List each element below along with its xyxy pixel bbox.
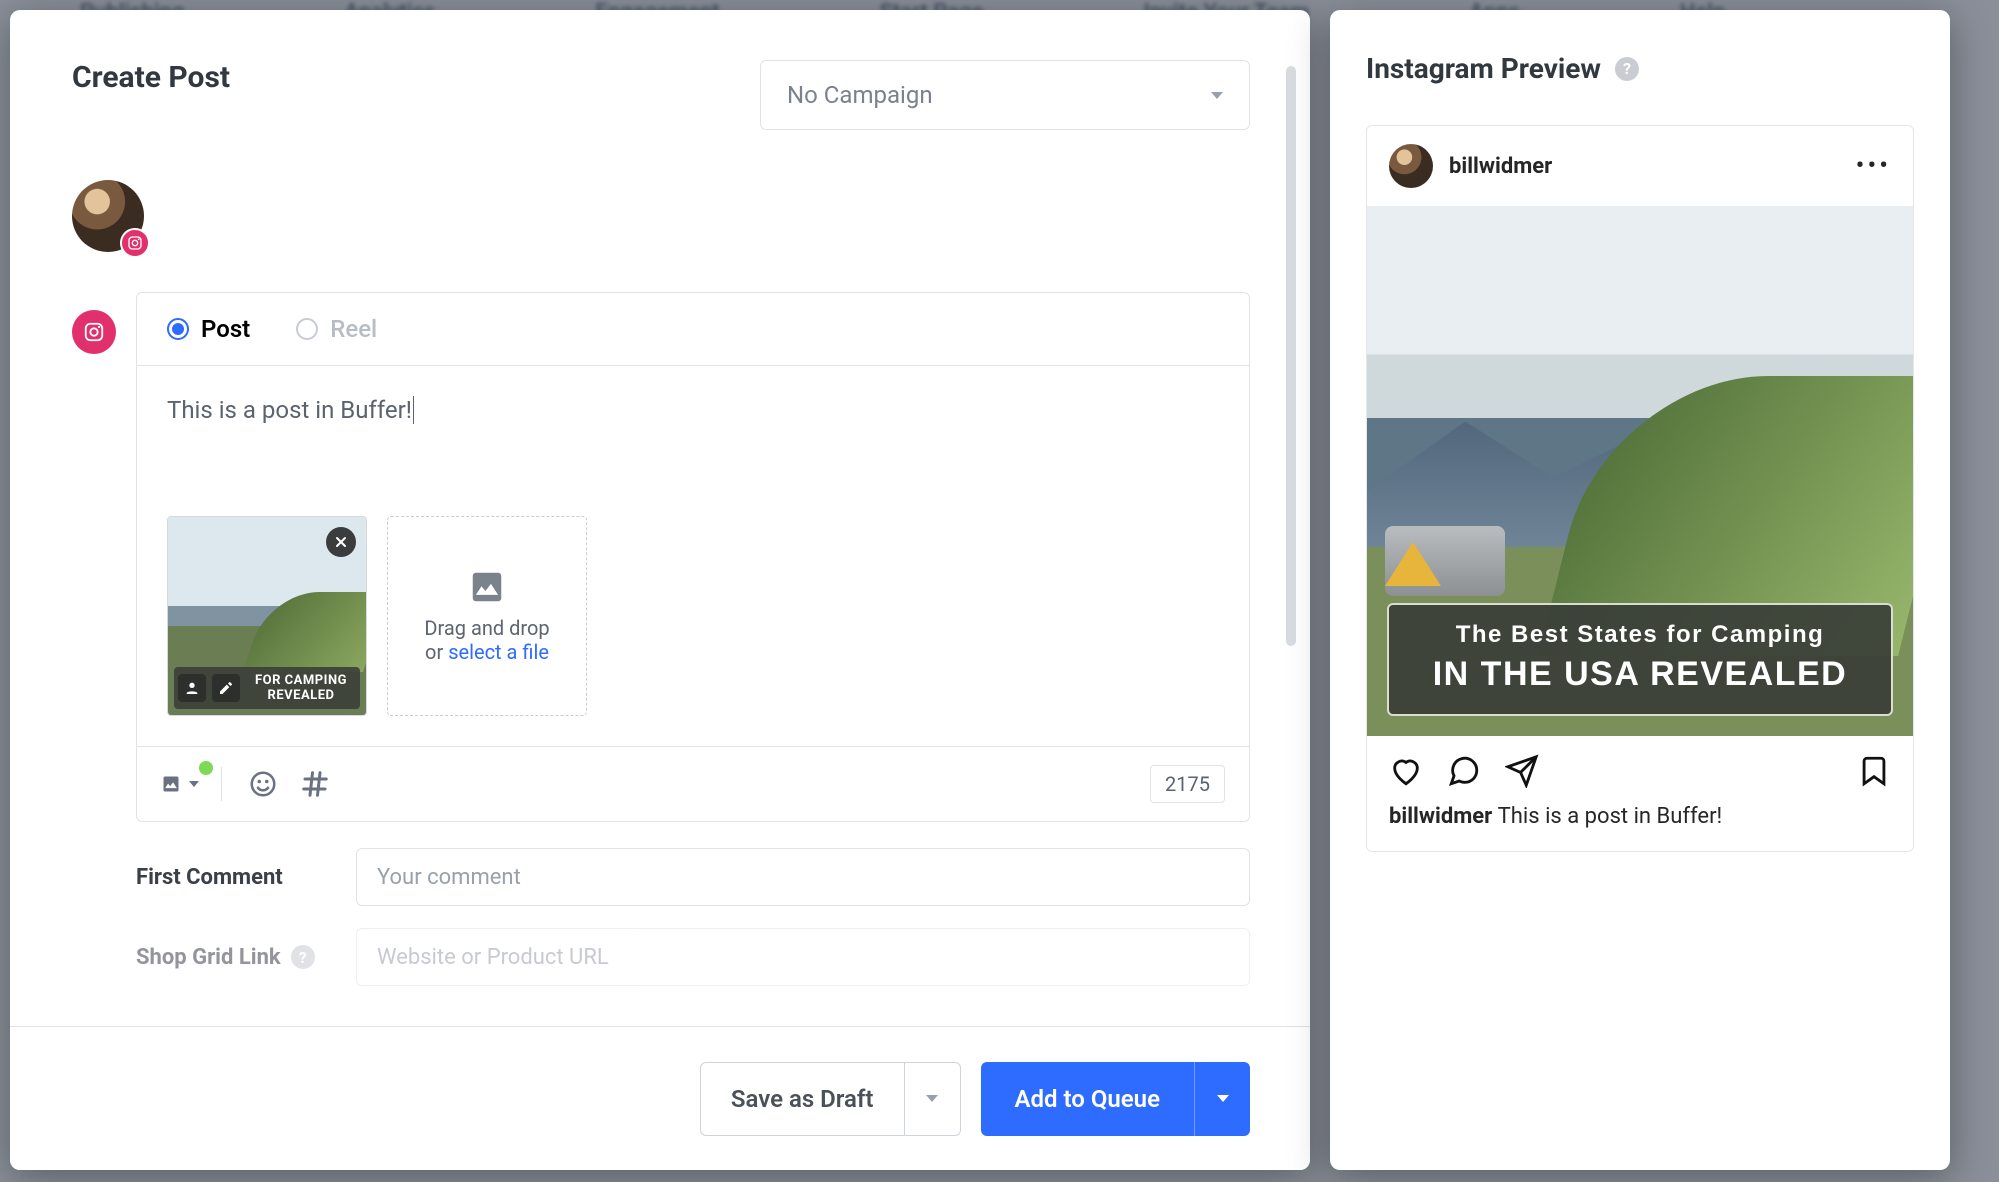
scrollbar[interactable] — [1286, 66, 1296, 646]
media-thumbnail[interactable]: FOR CAMPING REVEALED — [167, 516, 367, 716]
modal-footer: Save as Draft Add to Queue — [10, 1026, 1310, 1170]
first-comment-label: First Comment — [136, 865, 316, 890]
preview-image: The Best States for Camping IN THE USA R… — [1367, 206, 1913, 736]
tag-people-icon[interactable] — [178, 674, 206, 702]
radio-checked-icon — [167, 318, 189, 340]
remove-media-button[interactable] — [326, 527, 356, 557]
character-count: 2175 — [1150, 765, 1225, 803]
add-to-queue-dropdown[interactable] — [1194, 1062, 1250, 1136]
chevron-down-icon — [1211, 92, 1223, 99]
instagram-badge-icon — [120, 228, 150, 258]
shop-grid-input[interactable]: Website or Product URL — [356, 928, 1250, 986]
instagram-channel-icon — [72, 310, 116, 354]
bookmark-icon[interactable] — [1857, 754, 1891, 788]
comment-icon[interactable] — [1447, 754, 1481, 788]
modal-title: Create Post — [72, 60, 230, 95]
emoji-button[interactable] — [244, 765, 282, 803]
separator — [221, 767, 222, 801]
help-icon[interactable]: ? — [291, 945, 315, 969]
save-draft-dropdown[interactable] — [904, 1063, 960, 1135]
hashtag-button[interactable] — [296, 765, 334, 803]
share-icon[interactable] — [1505, 754, 1539, 788]
tent-graphic-icon — [1385, 542, 1441, 586]
image-icon — [468, 568, 506, 606]
campaign-value: No Campaign — [787, 81, 933, 109]
tab-post[interactable]: Post — [167, 315, 250, 343]
select-file-link[interactable]: select a file — [448, 640, 549, 664]
like-icon[interactable] — [1389, 754, 1423, 788]
status-dot-icon — [199, 761, 213, 775]
preview-panel: Instagram Preview ? billwidmer ••• The B… — [1330, 10, 1950, 1170]
help-icon[interactable]: ? — [1615, 57, 1639, 81]
save-draft-button[interactable]: Save as Draft — [700, 1062, 961, 1136]
radio-unchecked-icon — [296, 318, 318, 340]
preview-avatar — [1389, 144, 1433, 188]
thumb-banner-text: FOR CAMPING REVEALED — [246, 673, 356, 703]
chevron-down-icon — [189, 781, 199, 787]
create-post-modal: Create Post No Campaign Post — [10, 10, 1310, 1170]
composer: Post Reel This is a post in Buffer! — [136, 292, 1250, 822]
campaign-select[interactable]: No Campaign — [760, 60, 1250, 130]
preview-title: Instagram Preview — [1366, 52, 1601, 85]
add-media-button[interactable] — [161, 765, 199, 803]
add-to-queue-button[interactable]: Add to Queue — [981, 1062, 1251, 1136]
instagram-preview-card: billwidmer ••• The Best States for Campi… — [1366, 125, 1914, 852]
preview-username: billwidmer — [1449, 154, 1552, 179]
account-avatar[interactable] — [72, 180, 144, 252]
shop-grid-label: Shop Grid Link ? — [136, 945, 316, 970]
preview-caption: billwidmer This is a post in Buffer! — [1367, 798, 1913, 851]
tab-reel[interactable]: Reel — [296, 315, 377, 343]
edit-media-icon[interactable] — [212, 674, 240, 702]
more-options-icon[interactable]: ••• — [1856, 151, 1891, 181]
media-dropzone[interactable]: Drag and drop or select a file — [387, 516, 587, 716]
first-comment-input[interactable]: Your comment — [356, 848, 1250, 906]
post-text-input[interactable]: This is a post in Buffer! — [137, 366, 1249, 516]
